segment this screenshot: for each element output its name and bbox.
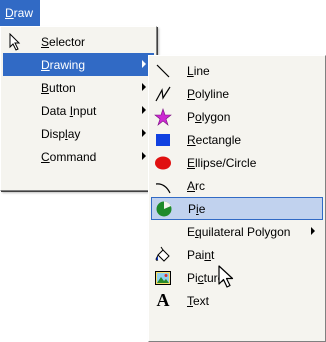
menu-item-line[interactable]: Line — [151, 59, 323, 82]
drawing-submenu: Line Polyline Polygon Rectangle Ellipse/… — [148, 55, 326, 342]
menu-item-arc[interactable]: Arc — [151, 174, 323, 197]
menu-item-selector[interactable]: Selector — [3, 30, 154, 53]
menu-item-display[interactable]: Display — [3, 122, 154, 145]
menu-item-label: Arc — [187, 178, 206, 193]
mouse-pointer-icon — [218, 265, 234, 288]
draw-dropdown-menu: Selector Drawing Button Data Input Displ… — [0, 26, 157, 191]
menu-item-button[interactable]: Button — [3, 76, 154, 99]
menu-item-label: Polygon — [187, 109, 231, 124]
menu-item-label: Equilateral Polygon — [187, 224, 291, 239]
menu-item-label: Command — [41, 149, 97, 164]
text-a-icon: A — [156, 290, 170, 310]
selector-arrow-icon — [3, 30, 27, 53]
submenu-arrow-icon — [142, 83, 146, 91]
menu-item-label: Drawing — [41, 57, 86, 72]
polygon-star-icon — [151, 105, 175, 128]
submenu-arrow-icon — [142, 106, 146, 114]
line-icon — [151, 59, 175, 82]
menu-item-label: Rectangle — [187, 132, 242, 147]
pie-icon — [152, 197, 176, 220]
menu-item-label: Pie — [188, 201, 206, 216]
menu-item-label: Selector — [41, 34, 86, 49]
polyline-icon — [151, 82, 175, 105]
menu-item-label: Polyline — [187, 86, 230, 101]
menu-item-drawing[interactable]: Drawing — [3, 53, 154, 76]
menu-item-label: Line — [187, 63, 210, 78]
submenu-arrow-icon — [142, 129, 146, 137]
paint-bucket-icon — [151, 243, 175, 266]
menu-item-data-input[interactable]: Data Input — [3, 99, 154, 122]
menu-item-equilateral-polygon[interactable]: Equilateral Polygon — [151, 220, 323, 243]
picture-icon — [151, 266, 175, 289]
menu-draw[interactable]: Draw — [0, 0, 40, 26]
menu-item-label: Paint — [187, 247, 215, 262]
menu-item-label: Text — [187, 293, 210, 308]
arc-icon — [151, 174, 175, 197]
menu-item-text[interactable]: A Text — [151, 289, 323, 312]
menu-item-label: Ellipse/Circle — [187, 155, 257, 170]
menu-item-paint[interactable]: Paint — [151, 243, 323, 266]
submenu-arrow-icon — [142, 60, 146, 68]
menu-item-polyline[interactable]: Polyline — [151, 82, 323, 105]
menu-item-pie[interactable]: Pie — [151, 197, 323, 220]
menu-item-label: Display — [41, 126, 81, 141]
submenu-arrow-icon — [142, 152, 146, 160]
menu-item-ellipse-circle[interactable]: Ellipse/Circle — [151, 151, 323, 174]
menu-draw-label: Draw — [5, 6, 34, 20]
menu-item-polygon[interactable]: Polygon — [151, 105, 323, 128]
ellipse-icon — [151, 151, 175, 174]
menu-item-command[interactable]: Command — [3, 145, 154, 168]
menu-item-label: Button — [41, 80, 76, 95]
menu-item-label: Data Input — [41, 103, 97, 118]
rectangle-icon — [151, 128, 175, 151]
menu-item-rectangle[interactable]: Rectangle — [151, 128, 323, 151]
submenu-arrow-icon — [311, 227, 315, 235]
